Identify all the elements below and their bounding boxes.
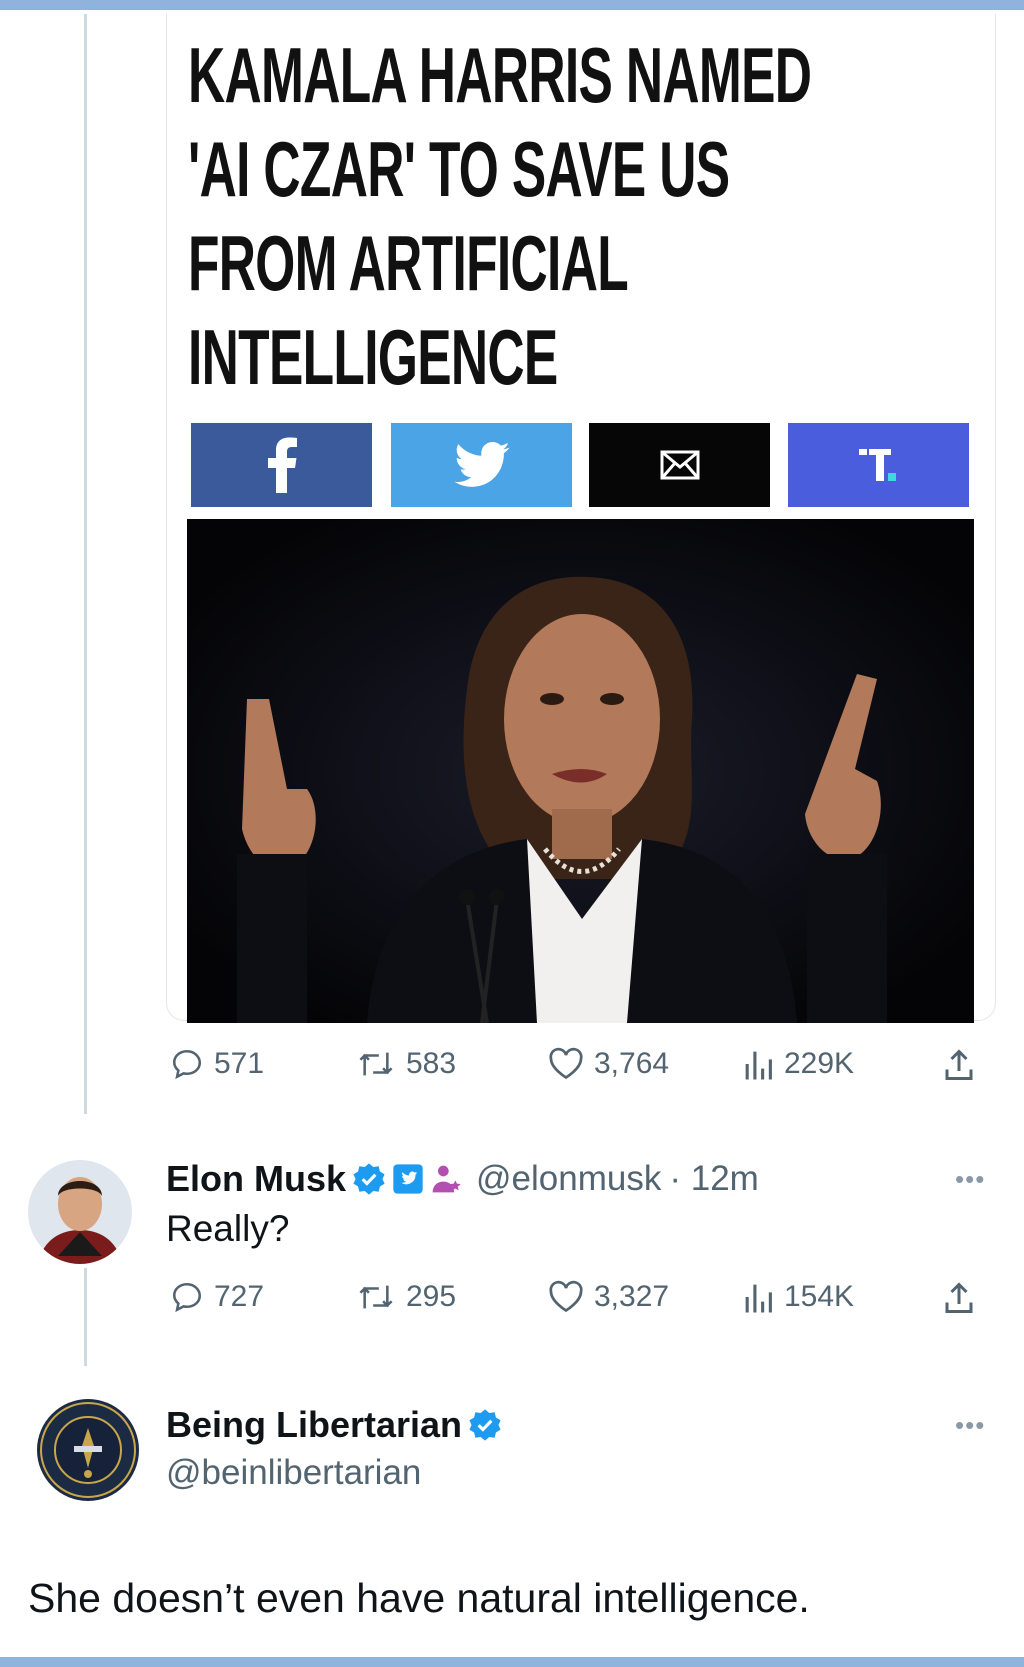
bottom-border [0,1657,1024,1667]
reply-icon [172,1049,202,1080]
views-action[interactable]: 229K [742,1047,854,1081]
quoted-tweet-actions: 571 583 3,764 229K [170,1047,1000,1087]
share-action[interactable] [942,1047,976,1083]
reply-action[interactable]: 571 [170,1047,264,1081]
verified-badge-icon [469,1409,501,1441]
retweet-action[interactable]: 583 [356,1047,456,1081]
facebook-icon [267,437,297,493]
being-libertarian-name-line: Being Libertarian [166,1404,502,1446]
headline-line: 'AI CZAR' TO SAVE US [188,125,730,213]
email-share-button[interactable] [589,423,770,507]
reply-count: 727 [214,1280,265,1313]
truth-social-share-button[interactable] [788,423,969,507]
libertarian-seal-logo [37,1399,139,1501]
article-photo [187,519,974,1023]
views-count: 229K [784,1047,855,1080]
views-count: 154K [784,1280,855,1313]
headline-line: INTELLIGENCE [188,313,558,401]
retweet-count: 583 [406,1047,457,1080]
reply-action[interactable]: 727 [170,1280,264,1314]
reply-icon [172,1282,202,1313]
like-action[interactable]: 3,327 [548,1280,669,1314]
tweet-text: She doesn’t even have natural intelligen… [28,1575,810,1621]
like-count: 3,764 [594,1047,670,1080]
author-handle[interactable]: @beinlibertarian [166,1453,421,1493]
being-libertarian-avatar[interactable] [36,1398,140,1502]
heart-icon [549,1047,583,1080]
share-action[interactable] [942,1280,976,1316]
article-headline: KAMALA HARRIS NAMED 'AI CZAR' TO SAVE US… [188,28,812,404]
retweet-icon [359,1285,393,1309]
more-options-button[interactable]: ••• [955,1410,985,1441]
tweet-text: Really? [166,1208,290,1249]
twitter-affiliate-icon [393,1164,423,1194]
reply-count: 571 [214,1047,265,1080]
share-icon [945,1049,973,1080]
reply-tweet-actions: 727 295 3,327 154K [170,1280,1000,1320]
twitter-share-button[interactable] [391,423,572,507]
more-options-button[interactable]: ••• [955,1164,985,1195]
author-handle[interactable]: @elonmusk [476,1159,661,1199]
top-border [0,0,1024,10]
like-count: 3,327 [594,1280,670,1313]
retweet-icon [359,1052,393,1076]
views-icon [745,1051,772,1080]
heart-icon [549,1280,583,1313]
twitter-bird-icon [453,442,510,487]
elon-name-line: Elon Musk @elonmusk · 12m [166,1158,759,1200]
truth-social-icon [858,449,896,481]
like-action[interactable]: 3,764 [548,1047,669,1081]
verified-badge-icon [353,1163,385,1195]
facebook-share-button[interactable] [191,423,372,507]
envelope-icon [660,450,699,480]
retweet-action[interactable]: 295 [356,1280,456,1314]
author-name[interactable]: Elon Musk [166,1158,346,1200]
headline-line: FROM ARTIFICIAL [188,219,629,307]
tweet-time[interactable]: · 12m [669,1159,758,1199]
government-affiliation-icon [432,1165,461,1193]
author-name[interactable]: Being Libertarian [166,1404,462,1446]
elon-musk-avatar[interactable] [28,1160,132,1264]
views-action[interactable]: 154K [742,1280,854,1314]
thread-line [84,1268,87,1366]
headline-line: KAMALA HARRIS NAMED [188,31,812,119]
views-icon [745,1284,772,1313]
thread-line [84,14,87,1114]
share-icon [945,1282,973,1313]
retweet-count: 295 [406,1280,457,1313]
